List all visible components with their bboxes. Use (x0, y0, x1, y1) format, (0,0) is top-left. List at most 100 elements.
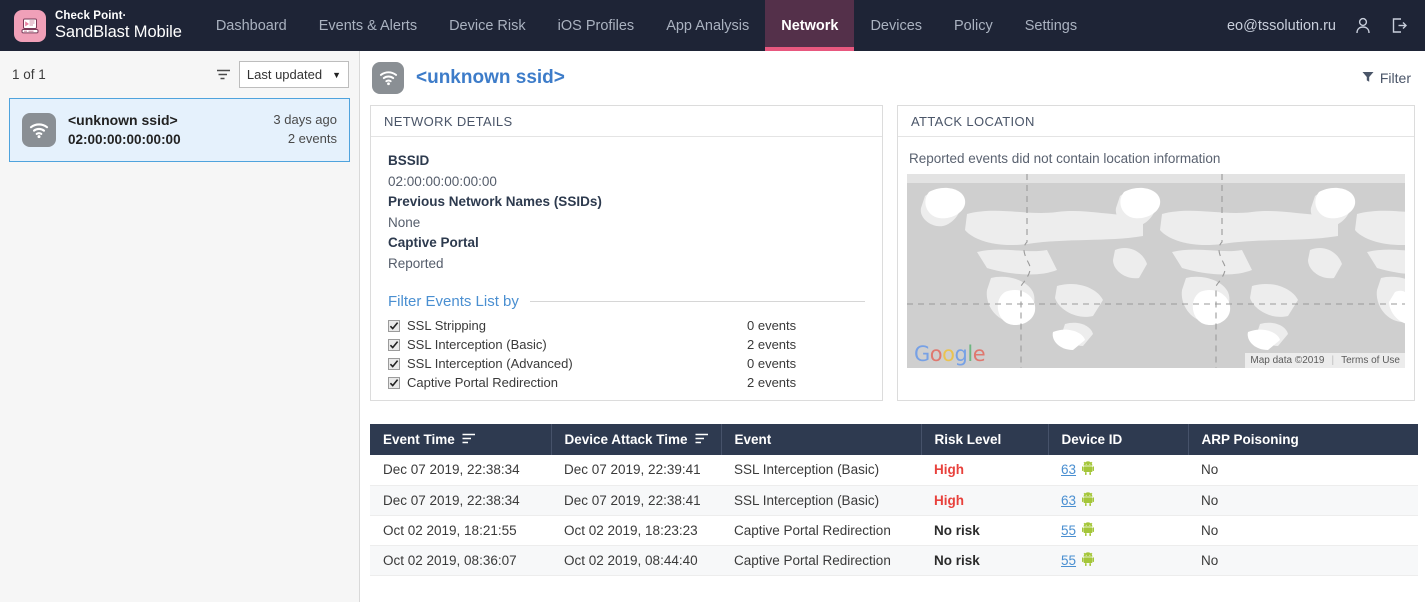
cell-event-time: Oct 02 2019, 18:21:55 (370, 515, 551, 545)
device-id-link[interactable]: 55 (1061, 553, 1076, 568)
device-id-link[interactable]: 55 (1061, 523, 1076, 538)
cell-device-id: 55 (1048, 515, 1188, 545)
nav-item-policy[interactable]: Policy (938, 0, 1009, 51)
filter-option-ssl-interception-basic[interactable]: SSL Interception (Basic) 2 events (388, 335, 865, 354)
nav-item-events-alerts[interactable]: Events & Alerts (303, 0, 433, 51)
checkbox-checked-icon[interactable] (388, 339, 400, 351)
events-table-wrapper: Event Time Device Attack Time (370, 424, 1418, 576)
nav-items: Dashboard Events & Alerts Device Risk iO… (200, 0, 1093, 51)
cell-event-time: Oct 02 2019, 08:36:07 (370, 545, 551, 575)
brand-logo-area[interactable]: Check Point· SandBlast Mobile (0, 10, 200, 42)
table-row[interactable]: Dec 07 2019, 22:38:34 Dec 07 2019, 22:39… (370, 455, 1418, 485)
user-account-icon[interactable] (1354, 16, 1372, 35)
status-badge: No risk (934, 523, 980, 538)
sidebar-controls: Last updated ▼ (216, 61, 349, 88)
checkbox-checked-icon[interactable] (388, 320, 400, 332)
cell-event: SSL Interception (Basic) (721, 455, 921, 485)
field-key: Captive Portal (388, 233, 865, 254)
sort-by-dropdown[interactable]: Last updated ▼ (239, 61, 349, 88)
table-row[interactable]: Oct 02 2019, 18:21:55 Oct 02 2019, 18:23… (370, 515, 1418, 545)
android-icon (1082, 522, 1094, 539)
cell-device-id: 55 (1048, 545, 1188, 575)
page-title: <unknown ssid> (416, 67, 565, 89)
top-navigation-bar: Check Point· SandBlast Mobile Dashboard … (0, 0, 1425, 51)
nav-item-device-risk[interactable]: Device Risk (433, 0, 542, 51)
device-id-link[interactable]: 63 (1061, 493, 1076, 508)
column-header-arp-poisoning[interactable]: ARP Poisoning (1188, 424, 1418, 455)
filter-option-ssl-interception-advanced[interactable]: SSL Interception (Advanced) 0 events (388, 354, 865, 373)
filter-option-label: Captive Portal Redirection (407, 375, 558, 390)
status-badge: No risk (934, 553, 980, 568)
nav-item-network[interactable]: Network (765, 0, 854, 51)
cell-device-id: 63 (1048, 455, 1188, 485)
attack-location-panel: ATTACK LOCATION Reported events did not … (897, 105, 1415, 401)
filter-option-label: SSL Interception (Advanced) (407, 356, 573, 371)
filter-option-count: 2 events (747, 337, 865, 352)
column-label: Event Time (383, 432, 455, 447)
detail-field-captive-portal: Captive Portal Reported (388, 233, 865, 274)
terms-of-use-link[interactable]: Terms of Use (1341, 355, 1400, 366)
status-badge: High (934, 462, 964, 477)
filter-option-count: 0 events (747, 318, 865, 333)
nav-right-group: eo@tssolution.ru (1227, 16, 1425, 35)
filter-option-label: SSL Stripping (407, 318, 486, 333)
filter-icon (1362, 70, 1374, 86)
filter-button[interactable]: Filter (1362, 70, 1411, 86)
user-email-label: eo@tssolution.ru (1227, 18, 1336, 34)
network-details-body: BSSID 02:00:00:00:00:00 Previous Network… (371, 137, 882, 392)
brand-line-1: Check Point· (55, 10, 182, 23)
column-header-device-attack-time[interactable]: Device Attack Time (551, 424, 721, 455)
cell-device-attack-time: Oct 02 2019, 08:44:40 (551, 545, 721, 575)
nav-item-dashboard[interactable]: Dashboard (200, 0, 303, 51)
cell-event: SSL Interception (Basic) (721, 485, 921, 515)
device-id-link[interactable]: 63 (1061, 462, 1076, 477)
checkpoint-logo-icon (14, 10, 46, 42)
sort-order-icon[interactable] (216, 68, 232, 82)
cell-arp-poisoning: No (1188, 485, 1418, 515)
wifi-icon (372, 62, 404, 94)
network-name: <unknown ssid> (68, 110, 181, 130)
column-header-risk-level[interactable]: Risk Level (921, 424, 1048, 455)
events-table: Event Time Device Attack Time (370, 424, 1418, 576)
cell-risk-level: No risk (921, 545, 1048, 575)
network-list-item[interactable]: <unknown ssid> 02:00:00:00:00:00 3 days … (9, 98, 350, 162)
field-value: 02:00:00:00:00:00 (388, 172, 865, 193)
field-key: BSSID (388, 151, 865, 172)
filter-option-label: SSL Interception (Basic) (407, 337, 547, 352)
page-body: 1 of 1 Last updated ▼ (0, 51, 1425, 602)
table-header-row: Event Time Device Attack Time (370, 424, 1418, 455)
nav-item-app-analysis[interactable]: App Analysis (650, 0, 765, 51)
detail-panels: NETWORK DETAILS BSSID 02:00:00:00:00:00 … (360, 105, 1425, 401)
android-icon (1082, 552, 1094, 569)
logout-icon[interactable] (1390, 16, 1409, 35)
network-last-seen: 3 days ago (273, 111, 337, 130)
nav-item-ios-profiles[interactable]: iOS Profiles (542, 0, 651, 51)
filter-option-captive-portal-redirection[interactable]: Captive Portal Redirection 2 events (388, 373, 865, 392)
world-map[interactable]: Google Map data ©2019 | Terms of Use (907, 174, 1405, 368)
table-row[interactable]: Dec 07 2019, 22:38:34 Dec 07 2019, 22:38… (370, 485, 1418, 515)
filter-events-header: Filter Events List by (388, 293, 865, 310)
field-value: Reported (388, 254, 865, 275)
field-value: None (388, 213, 865, 234)
nav-item-devices[interactable]: Devices (854, 0, 938, 51)
android-icon (1082, 461, 1094, 478)
checkbox-checked-icon[interactable] (388, 358, 400, 370)
chevron-down-icon: ▼ (332, 70, 341, 80)
cell-event-time: Dec 07 2019, 22:38:34 (370, 485, 551, 515)
sort-icon[interactable] (462, 432, 476, 447)
column-header-event[interactable]: Event (721, 424, 921, 455)
nav-item-settings[interactable]: Settings (1009, 0, 1093, 51)
checkbox-checked-icon[interactable] (388, 377, 400, 389)
column-header-device-id[interactable]: Device ID (1048, 424, 1188, 455)
cell-event-time: Dec 07 2019, 22:38:34 (370, 455, 551, 485)
filter-option-ssl-stripping[interactable]: SSL Stripping 0 events (388, 316, 865, 335)
table-row[interactable]: Oct 02 2019, 08:36:07 Oct 02 2019, 08:44… (370, 545, 1418, 575)
cell-risk-level: No risk (921, 515, 1048, 545)
cell-device-attack-time: Dec 07 2019, 22:38:41 (551, 485, 721, 515)
filter-events-title: Filter Events List by (388, 293, 519, 310)
column-header-event-time[interactable]: Event Time (370, 424, 551, 455)
table-body: Dec 07 2019, 22:38:34 Dec 07 2019, 22:39… (370, 455, 1418, 575)
cell-device-attack-time: Oct 02 2019, 18:23:23 (551, 515, 721, 545)
sort-icon[interactable] (695, 432, 709, 447)
cell-device-attack-time: Dec 07 2019, 22:39:41 (551, 455, 721, 485)
